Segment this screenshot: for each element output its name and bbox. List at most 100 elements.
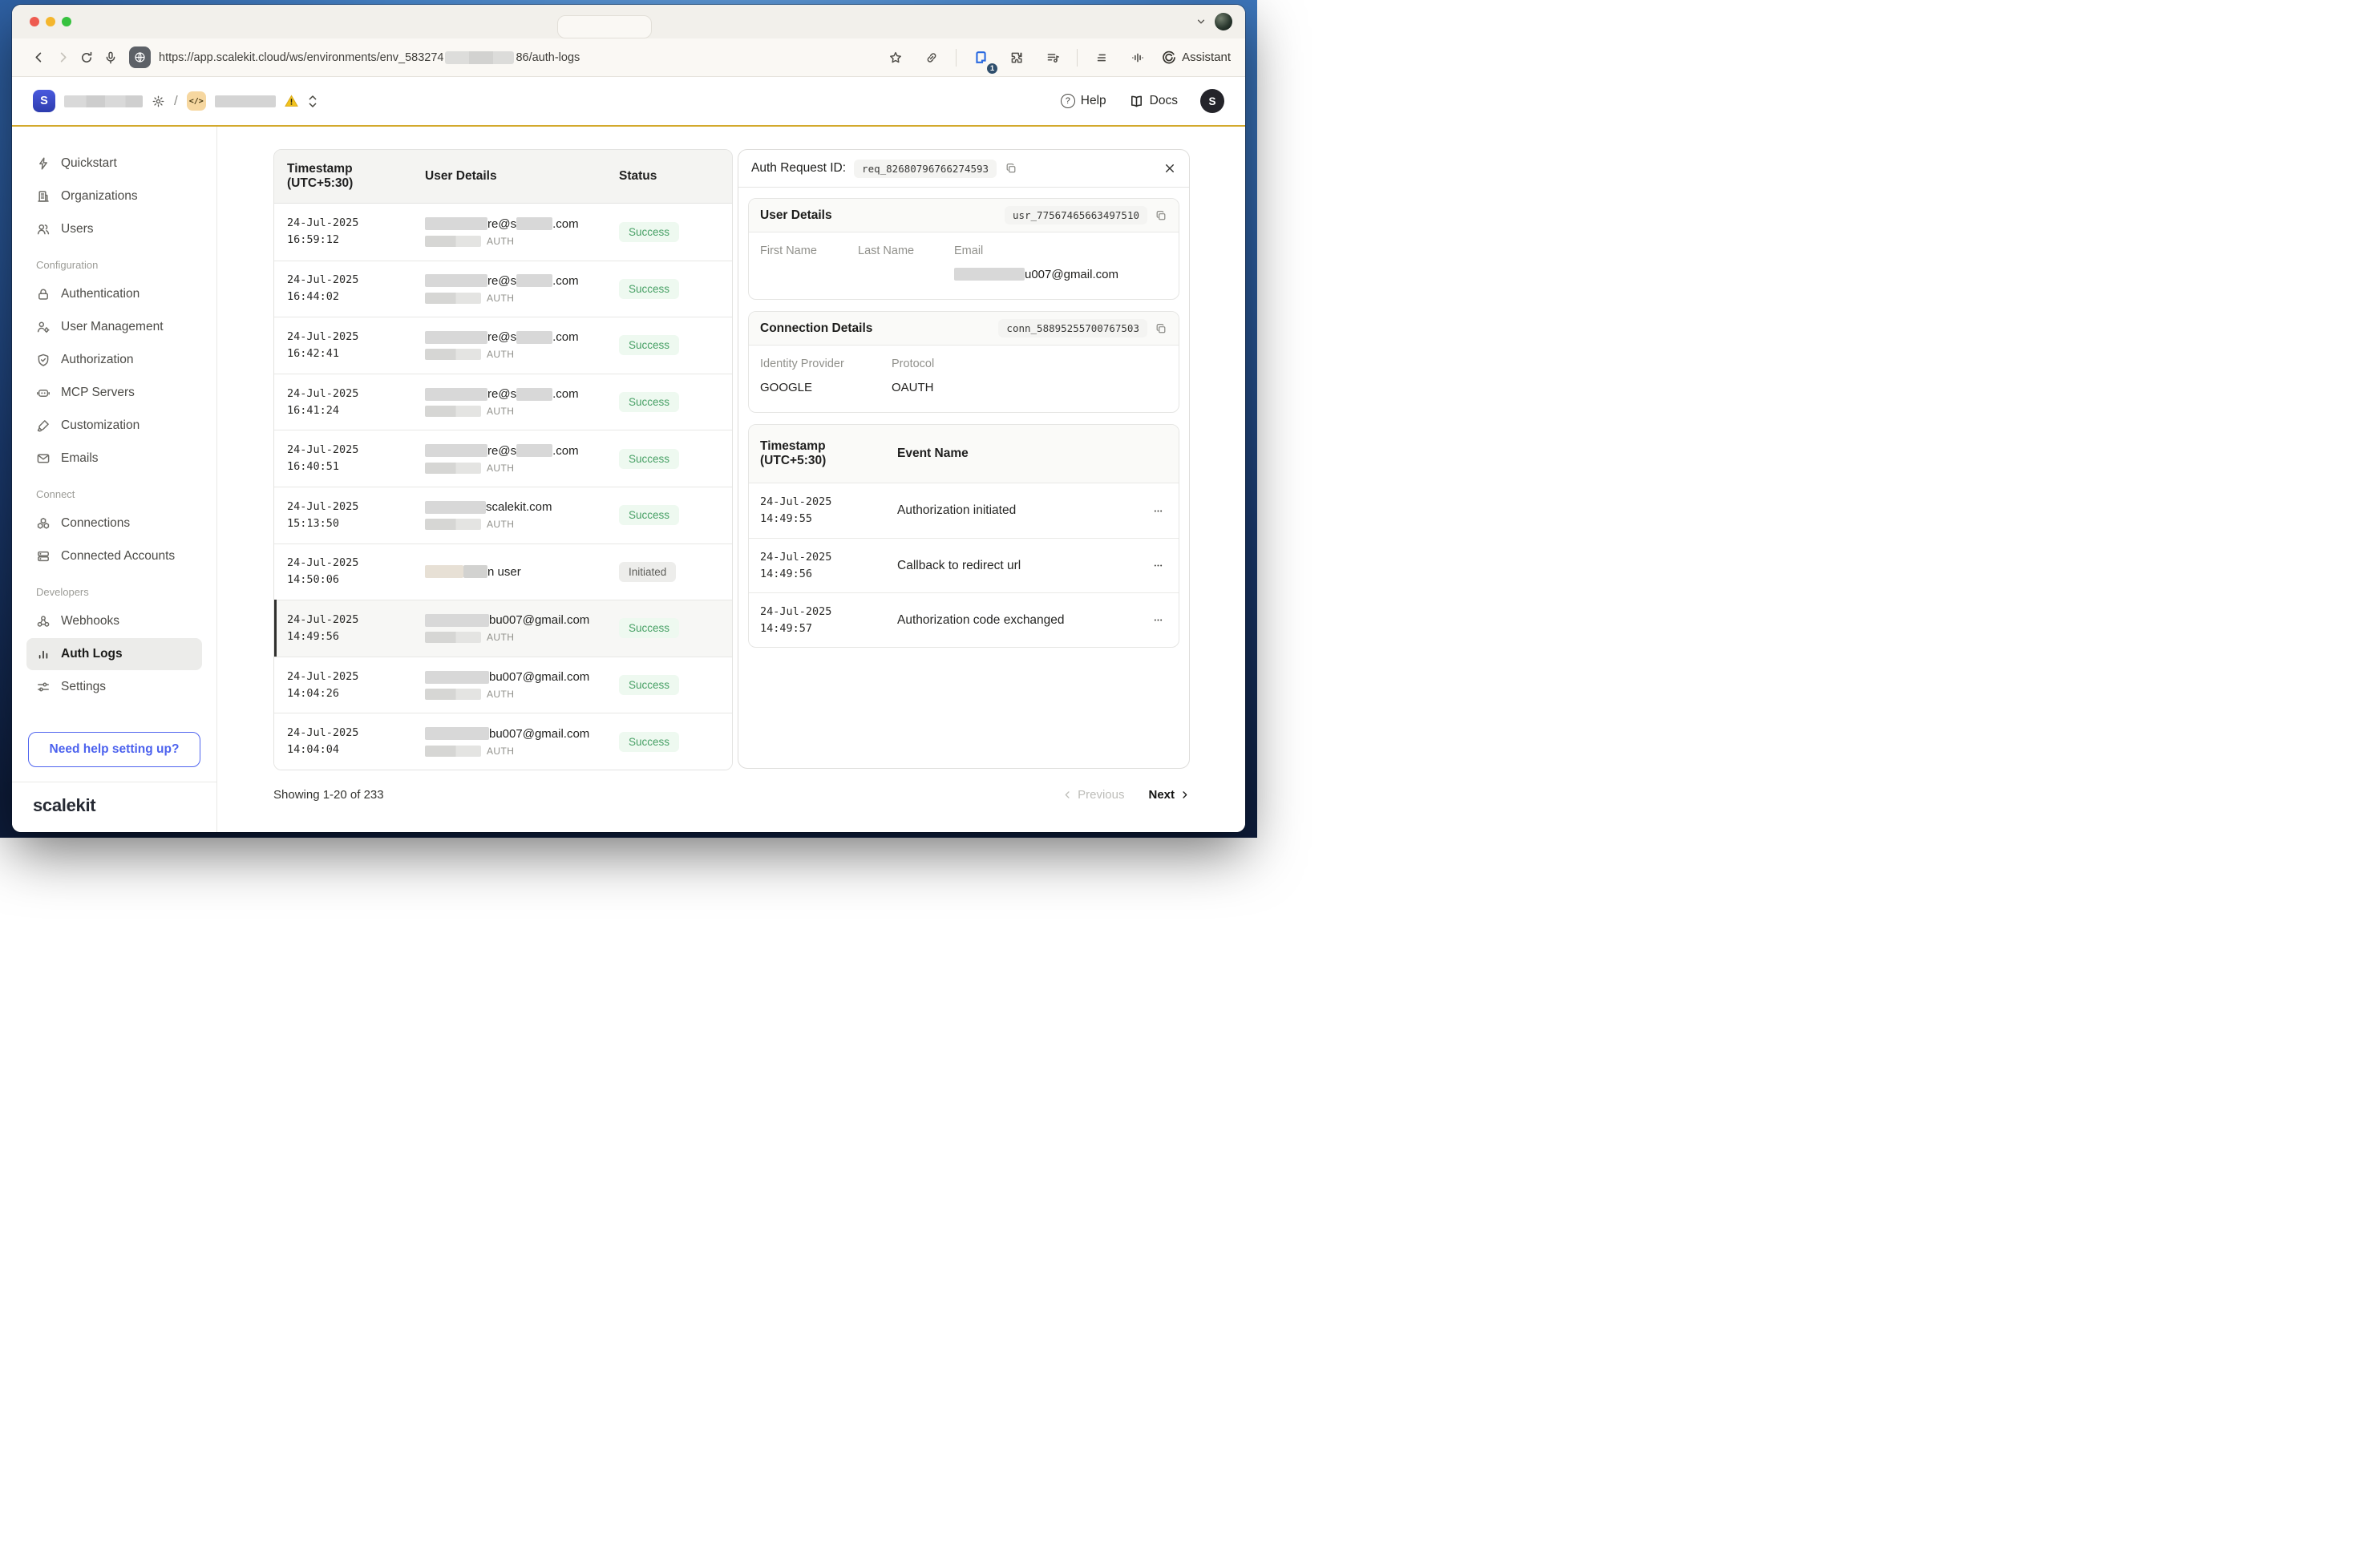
auth-request-detail-panel: Auth Request ID: req_82680796766274593 [738, 149, 1190, 769]
waveform-icon[interactable] [1126, 46, 1150, 70]
mail-icon [36, 451, 51, 466]
redacted-text [425, 388, 487, 401]
site-globe-icon[interactable] [129, 46, 151, 68]
reload-icon[interactable] [75, 46, 99, 70]
password-manager-extension-icon[interactable]: 1 [969, 46, 993, 70]
user-gear-icon [36, 320, 51, 334]
brush-icon [36, 418, 51, 433]
need-help-button[interactable]: Need help setting up? [28, 732, 200, 767]
redacted-text [425, 565, 463, 578]
log-row[interactable]: 24-Jul-202514:04:04 bu007@gmail.comAUTH … [274, 713, 732, 770]
redacted-text [425, 727, 489, 740]
log-row[interactable]: 24-Jul-202516:42:41 re@s.comAUTH Success [274, 317, 732, 374]
microphone-icon[interactable] [99, 46, 123, 70]
main-content: Timestamp (UTC+5:30) User Details Status… [217, 127, 1245, 832]
reading-list-icon[interactable] [1090, 46, 1114, 70]
shield-check-icon [36, 353, 51, 367]
workspace-name-redacted[interactable] [64, 95, 143, 107]
robot-icon [36, 386, 51, 400]
redacted-text [425, 274, 487, 287]
docs-button[interactable]: Docs [1129, 94, 1178, 109]
environment-name-redacted[interactable] [215, 95, 276, 107]
column-header-status: Status [619, 169, 732, 184]
redacted-text [425, 614, 489, 627]
user-details-card: User Details usr_77567465663497510 [748, 198, 1179, 300]
log-row[interactable]: 24-Jul-202514:50:06 n user Initiated [274, 544, 732, 600]
redacted-text [425, 463, 481, 474]
sidebar-item-user-management[interactable]: User Management [26, 311, 202, 343]
sidebar: Quickstart Organizations Users Configura… [12, 127, 217, 832]
sidebar-item-emails[interactable]: Emails [26, 443, 202, 475]
gear-icon[interactable] [152, 95, 165, 108]
sidebar-item-connected-accounts[interactable]: Connected Accounts [26, 540, 202, 572]
redacted-text [516, 274, 552, 287]
bookmark-star-icon[interactable] [884, 46, 908, 70]
url-bar[interactable]: https://app.scalekit.cloud/ws/environmen… [159, 51, 580, 64]
log-row[interactable]: 24-Jul-202514:04:26 bu007@gmail.comAUTH … [274, 657, 732, 713]
copy-icon[interactable] [1155, 209, 1167, 222]
event-row[interactable]: 24-Jul-202514:49:55 Authorization initia… [749, 483, 1179, 538]
row-menu-icon[interactable] [1149, 611, 1167, 629]
copy-icon[interactable] [1005, 162, 1017, 175]
zoom-window-button[interactable] [62, 17, 71, 26]
assistant-button[interactable]: Assistant [1162, 51, 1231, 65]
sidebar-item-auth-logs[interactable]: Auth Logs [26, 638, 202, 670]
warning-icon [285, 95, 298, 107]
minimize-window-button[interactable] [46, 17, 55, 26]
assistant-label: Assistant [1182, 51, 1231, 64]
log-row[interactable]: 24-Jul-202516:44:02 re@s.comAUTH Success [274, 261, 732, 317]
event-row[interactable]: 24-Jul-202514:49:56 Callback to redirect… [749, 538, 1179, 592]
sidebar-nav: Quickstart Organizations Users Configura… [26, 148, 202, 704]
sidebar-item-authorization[interactable]: Authorization [26, 344, 202, 376]
sidebar-item-mcp-servers[interactable]: MCP Servers [26, 377, 202, 409]
sidebar-item-settings[interactable]: Settings [26, 671, 202, 703]
sidebar-item-authentication[interactable]: Authentication [26, 278, 202, 310]
environment-switcher-icon[interactable] [307, 95, 318, 108]
extensions-puzzle-icon[interactable] [1005, 46, 1029, 70]
previous-page-button[interactable]: Previous [1062, 788, 1124, 802]
redacted-text [425, 632, 481, 643]
status-badge: Success [619, 222, 679, 242]
sidebar-item-users[interactable]: Users [26, 213, 202, 245]
sidebar-item-customization[interactable]: Customization [26, 410, 202, 442]
user-details-title: User Details [760, 208, 832, 223]
log-row[interactable]: 24-Jul-202516:41:24 re@s.comAUTH Success [274, 374, 732, 430]
sidebar-item-quickstart[interactable]: Quickstart [26, 148, 202, 180]
close-window-button[interactable] [30, 17, 39, 26]
back-icon[interactable] [26, 46, 51, 70]
browser-profile-avatar[interactable] [1215, 13, 1232, 30]
log-row[interactable]: 24-Jul-202515:13:50 scalekit.comAUTH Suc… [274, 487, 732, 544]
redacted-text [425, 349, 481, 360]
close-icon[interactable] [1163, 162, 1176, 175]
first-name-value [760, 267, 858, 281]
log-row[interactable]: 24-Jul-202516:40:51 re@s.comAUTH Success [274, 430, 732, 487]
browser-window: https://app.scalekit.cloud/ws/environmen… [12, 5, 1245, 832]
connection-details-title: Connection Details [760, 321, 872, 336]
log-row[interactable]: 24-Jul-202514:49:56 bu007@gmail.comAUTH … [274, 600, 732, 657]
forward-icon[interactable] [51, 46, 75, 70]
playlist-icon[interactable] [1041, 46, 1065, 70]
cubes-icon [36, 516, 51, 531]
redacted-text [425, 406, 481, 417]
status-badge: Success [619, 732, 679, 752]
sidebar-item-webhooks[interactable]: Webhooks [26, 605, 202, 637]
row-menu-icon[interactable] [1149, 556, 1167, 575]
copy-link-icon[interactable] [920, 46, 944, 70]
active-tab[interactable] [557, 15, 652, 38]
event-row[interactable]: 24-Jul-202514:49:57 Authorization code e… [749, 592, 1179, 647]
workspace-logo[interactable]: S [33, 90, 55, 112]
sidebar-item-connections[interactable]: Connections [26, 507, 202, 540]
log-row[interactable]: 24-Jul-202516:59:12 re@s.comAUTH Success [274, 204, 732, 261]
row-menu-icon[interactable] [1149, 502, 1167, 520]
sidebar-item-organizations[interactable]: Organizations [26, 180, 202, 212]
next-page-button[interactable]: Next [1148, 788, 1190, 802]
user-avatar[interactable]: S [1200, 89, 1224, 113]
help-button[interactable]: ? Help [1061, 94, 1106, 108]
breadcrumb-separator: / [174, 93, 178, 109]
auth-logs-table: Timestamp (UTC+5:30) User Details Status… [273, 149, 733, 770]
copy-icon[interactable] [1155, 322, 1167, 335]
column-header-user-details: User Details [425, 169, 619, 184]
chevron-down-icon[interactable] [1195, 16, 1207, 27]
lightning-icon [36, 156, 51, 171]
environment-code-icon[interactable]: </> [187, 91, 206, 111]
